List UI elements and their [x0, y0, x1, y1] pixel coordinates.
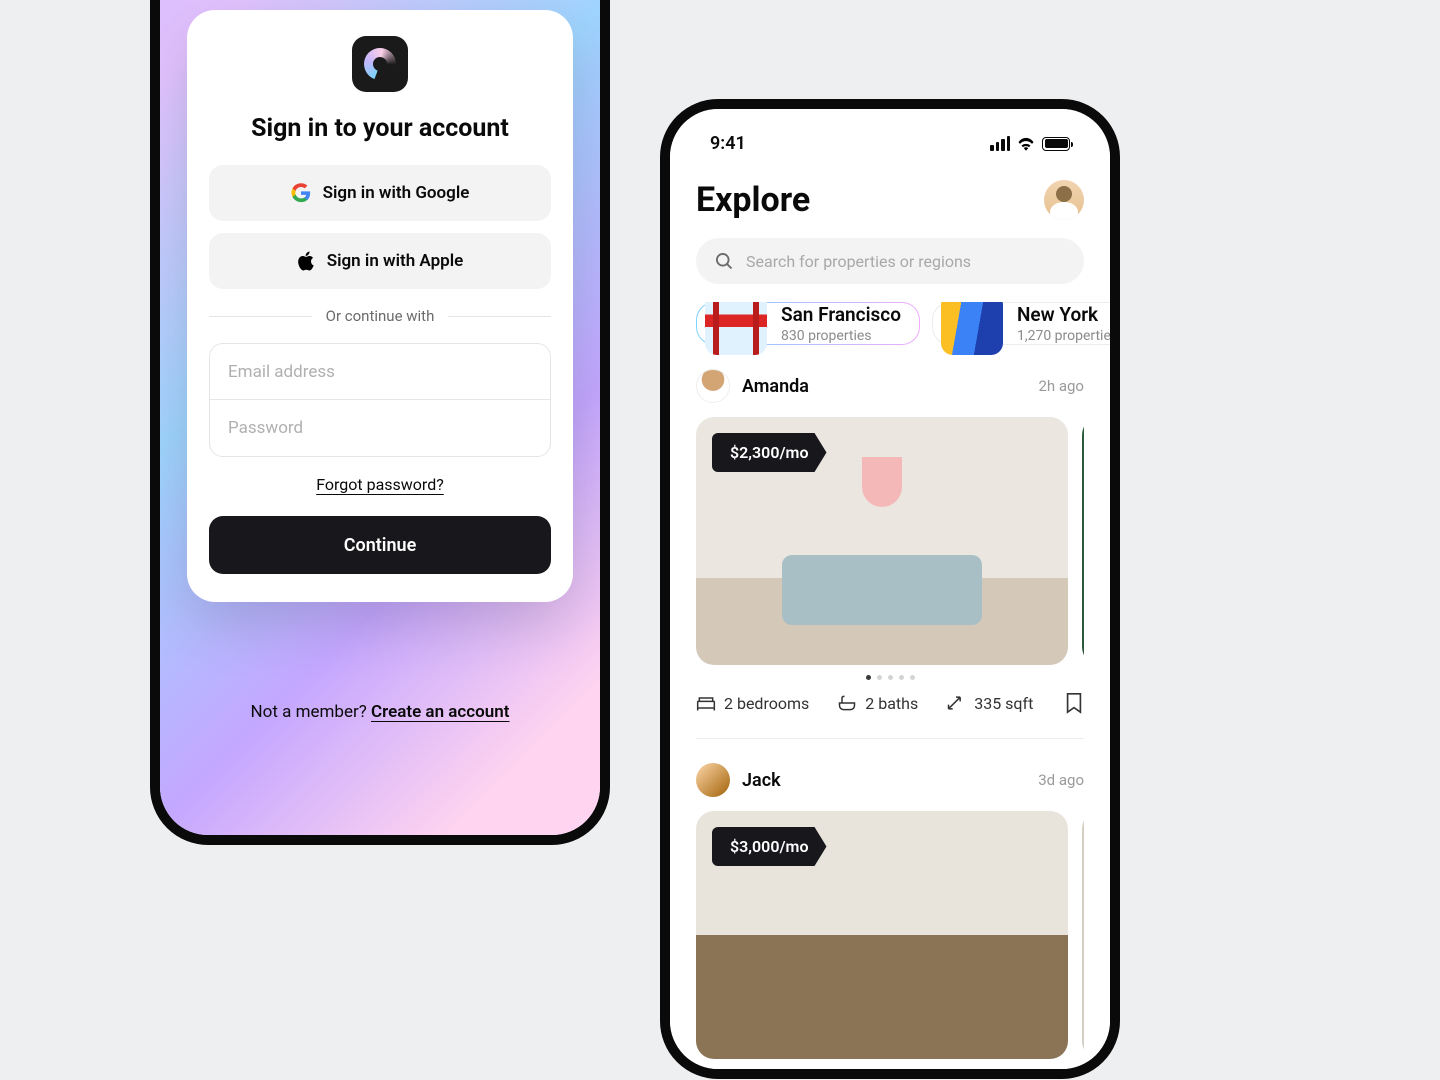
password-input[interactable] [210, 400, 550, 456]
price-tag: $2,300/mo [712, 433, 827, 472]
continue-button[interactable]: Continue [209, 516, 551, 574]
post-header: Amanda 2h ago [696, 369, 1084, 403]
signin-card: Sign in to your account Sign in with Goo… [187, 10, 573, 602]
city-name: San Francisco [781, 303, 901, 326]
bed-icon [696, 694, 716, 712]
google-icon [291, 183, 311, 203]
cellular-icon [990, 136, 1010, 151]
phone-mock-signin: Sign in to your account Sign in with Goo… [150, 0, 610, 845]
apple-icon [297, 251, 315, 271]
signin-apple-button[interactable]: Sign in with Apple [209, 233, 551, 289]
signin-title: Sign in to your account [209, 114, 551, 143]
city-chip-sf[interactable]: San Francisco 830 properties [696, 302, 920, 345]
apple-button-label: Sign in with Apple [327, 251, 464, 271]
phone-mock-explore: 9:41 Explore San Francisco [660, 99, 1120, 1079]
post-timestamp: 3d ago [1038, 771, 1084, 789]
city-thumb [941, 302, 1003, 355]
signup-footer: Not a member? Create an account [187, 702, 573, 722]
user-avatar[interactable] [696, 369, 730, 403]
signin-background: Sign in to your account Sign in with Goo… [160, 0, 600, 835]
listing-gallery[interactable]: $2,300/mo [696, 417, 1084, 665]
credential-inputs [209, 343, 551, 457]
post-header: Jack 3d ago [696, 763, 1084, 797]
status-bar: 9:41 [670, 127, 1110, 168]
listing-meta: 2 bedrooms 2 baths 335 sqft [696, 692, 1084, 739]
area-icon [946, 694, 966, 712]
create-account-link[interactable]: Create an account [371, 702, 509, 722]
listing-gallery[interactable]: $3,000/mo [696, 811, 1084, 1059]
city-chip-ny[interactable]: New York 1,270 properties [932, 302, 1110, 345]
page-title: Explore [696, 180, 810, 220]
listing-image[interactable]: $2,300/mo [696, 417, 1068, 665]
wifi-icon [1017, 137, 1035, 151]
user-avatar[interactable] [696, 763, 730, 797]
listing-feed[interactable]: Amanda 2h ago $2,300/mo 2 bedrooms [670, 369, 1110, 1069]
status-time: 9:41 [710, 133, 746, 154]
app-logo [209, 36, 551, 92]
profile-avatar[interactable] [1044, 180, 1084, 220]
battery-icon [1042, 137, 1070, 151]
city-count: 830 properties [781, 328, 901, 344]
listing-image[interactable]: $3,000/mo [696, 811, 1068, 1059]
google-button-label: Sign in with Google [323, 183, 470, 203]
search-bar[interactable] [696, 238, 1084, 284]
bedrooms-meta: 2 bedrooms [696, 694, 809, 713]
divider-label: Or continue with [326, 307, 435, 325]
city-filter-row[interactable]: San Francisco 830 properties New York 1,… [670, 302, 1110, 369]
price-tag: $3,000/mo [712, 827, 827, 866]
signin-google-button[interactable]: Sign in with Google [209, 165, 551, 221]
city-count: 1,270 properties [1017, 328, 1110, 344]
listing-image[interactable] [1082, 811, 1084, 1059]
search-input[interactable] [746, 252, 1066, 271]
search-icon [714, 251, 734, 271]
city-thumb [705, 302, 767, 355]
status-icons [990, 136, 1070, 151]
forgot-password-link[interactable]: Forgot password? [316, 475, 444, 494]
divider: Or continue with [209, 307, 551, 325]
post-timestamp: 2h ago [1038, 377, 1084, 395]
bath-icon [837, 694, 857, 712]
sqft-meta: 335 sqft [946, 694, 1033, 713]
city-name: New York [1017, 303, 1110, 326]
listing-image[interactable] [1082, 417, 1084, 665]
user-name: Amanda [742, 376, 809, 397]
email-input[interactable] [210, 344, 550, 400]
user-name: Jack [742, 770, 781, 791]
bookmark-button[interactable] [1064, 692, 1084, 714]
gallery-dots [696, 675, 1084, 680]
baths-meta: 2 baths [837, 694, 918, 713]
